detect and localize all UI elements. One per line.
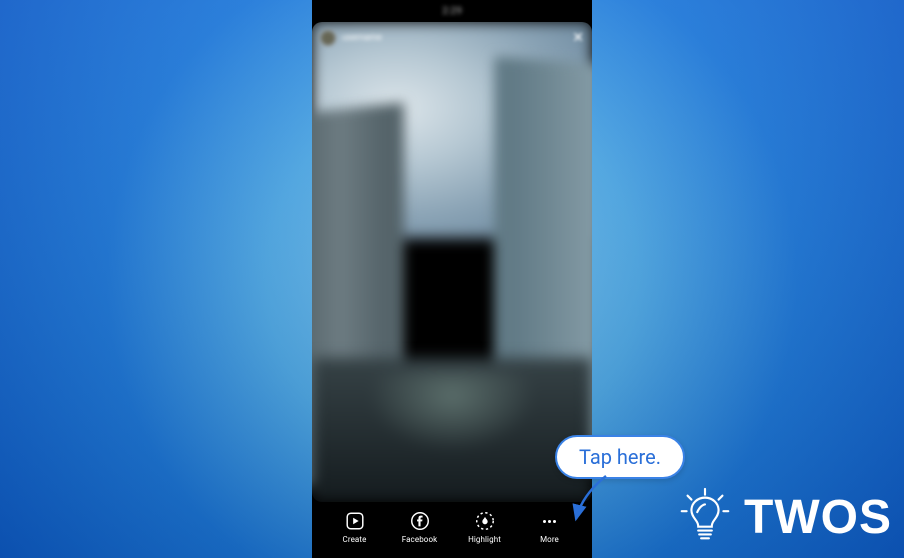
action-label: Facebook [402, 535, 438, 544]
brand-text: TWOS [744, 490, 892, 545]
lightbulb-icon [674, 486, 736, 548]
avatar[interactable] [320, 30, 336, 46]
create-icon [344, 510, 366, 532]
watermark: TWOS [674, 486, 892, 548]
status-time: 2:29 [442, 6, 462, 17]
story-bottom-actions: Create Facebook Highlight More [312, 502, 592, 558]
action-label: Create [343, 535, 367, 544]
highlight-button[interactable]: Highlight [460, 510, 510, 544]
action-label: More [540, 535, 559, 544]
more-icon [539, 510, 561, 532]
phone-frame: 2:29 username ✕ Create [312, 0, 592, 558]
close-icon[interactable]: ✕ [572, 30, 584, 46]
callout-arrow [568, 473, 628, 533]
highlight-icon [474, 510, 496, 532]
action-label: Highlight [468, 535, 501, 544]
facebook-button[interactable]: Facebook [395, 510, 445, 544]
story-image [312, 22, 592, 502]
callout-text: Tap here. [579, 445, 661, 469]
story-header: username [320, 30, 584, 46]
create-button[interactable]: Create [330, 510, 380, 544]
status-bar: 2:29 [312, 0, 592, 22]
facebook-icon [409, 510, 431, 532]
story-viewport[interactable]: username ✕ [312, 22, 592, 502]
story-username[interactable]: username [342, 33, 382, 43]
more-button[interactable]: More [525, 510, 575, 544]
